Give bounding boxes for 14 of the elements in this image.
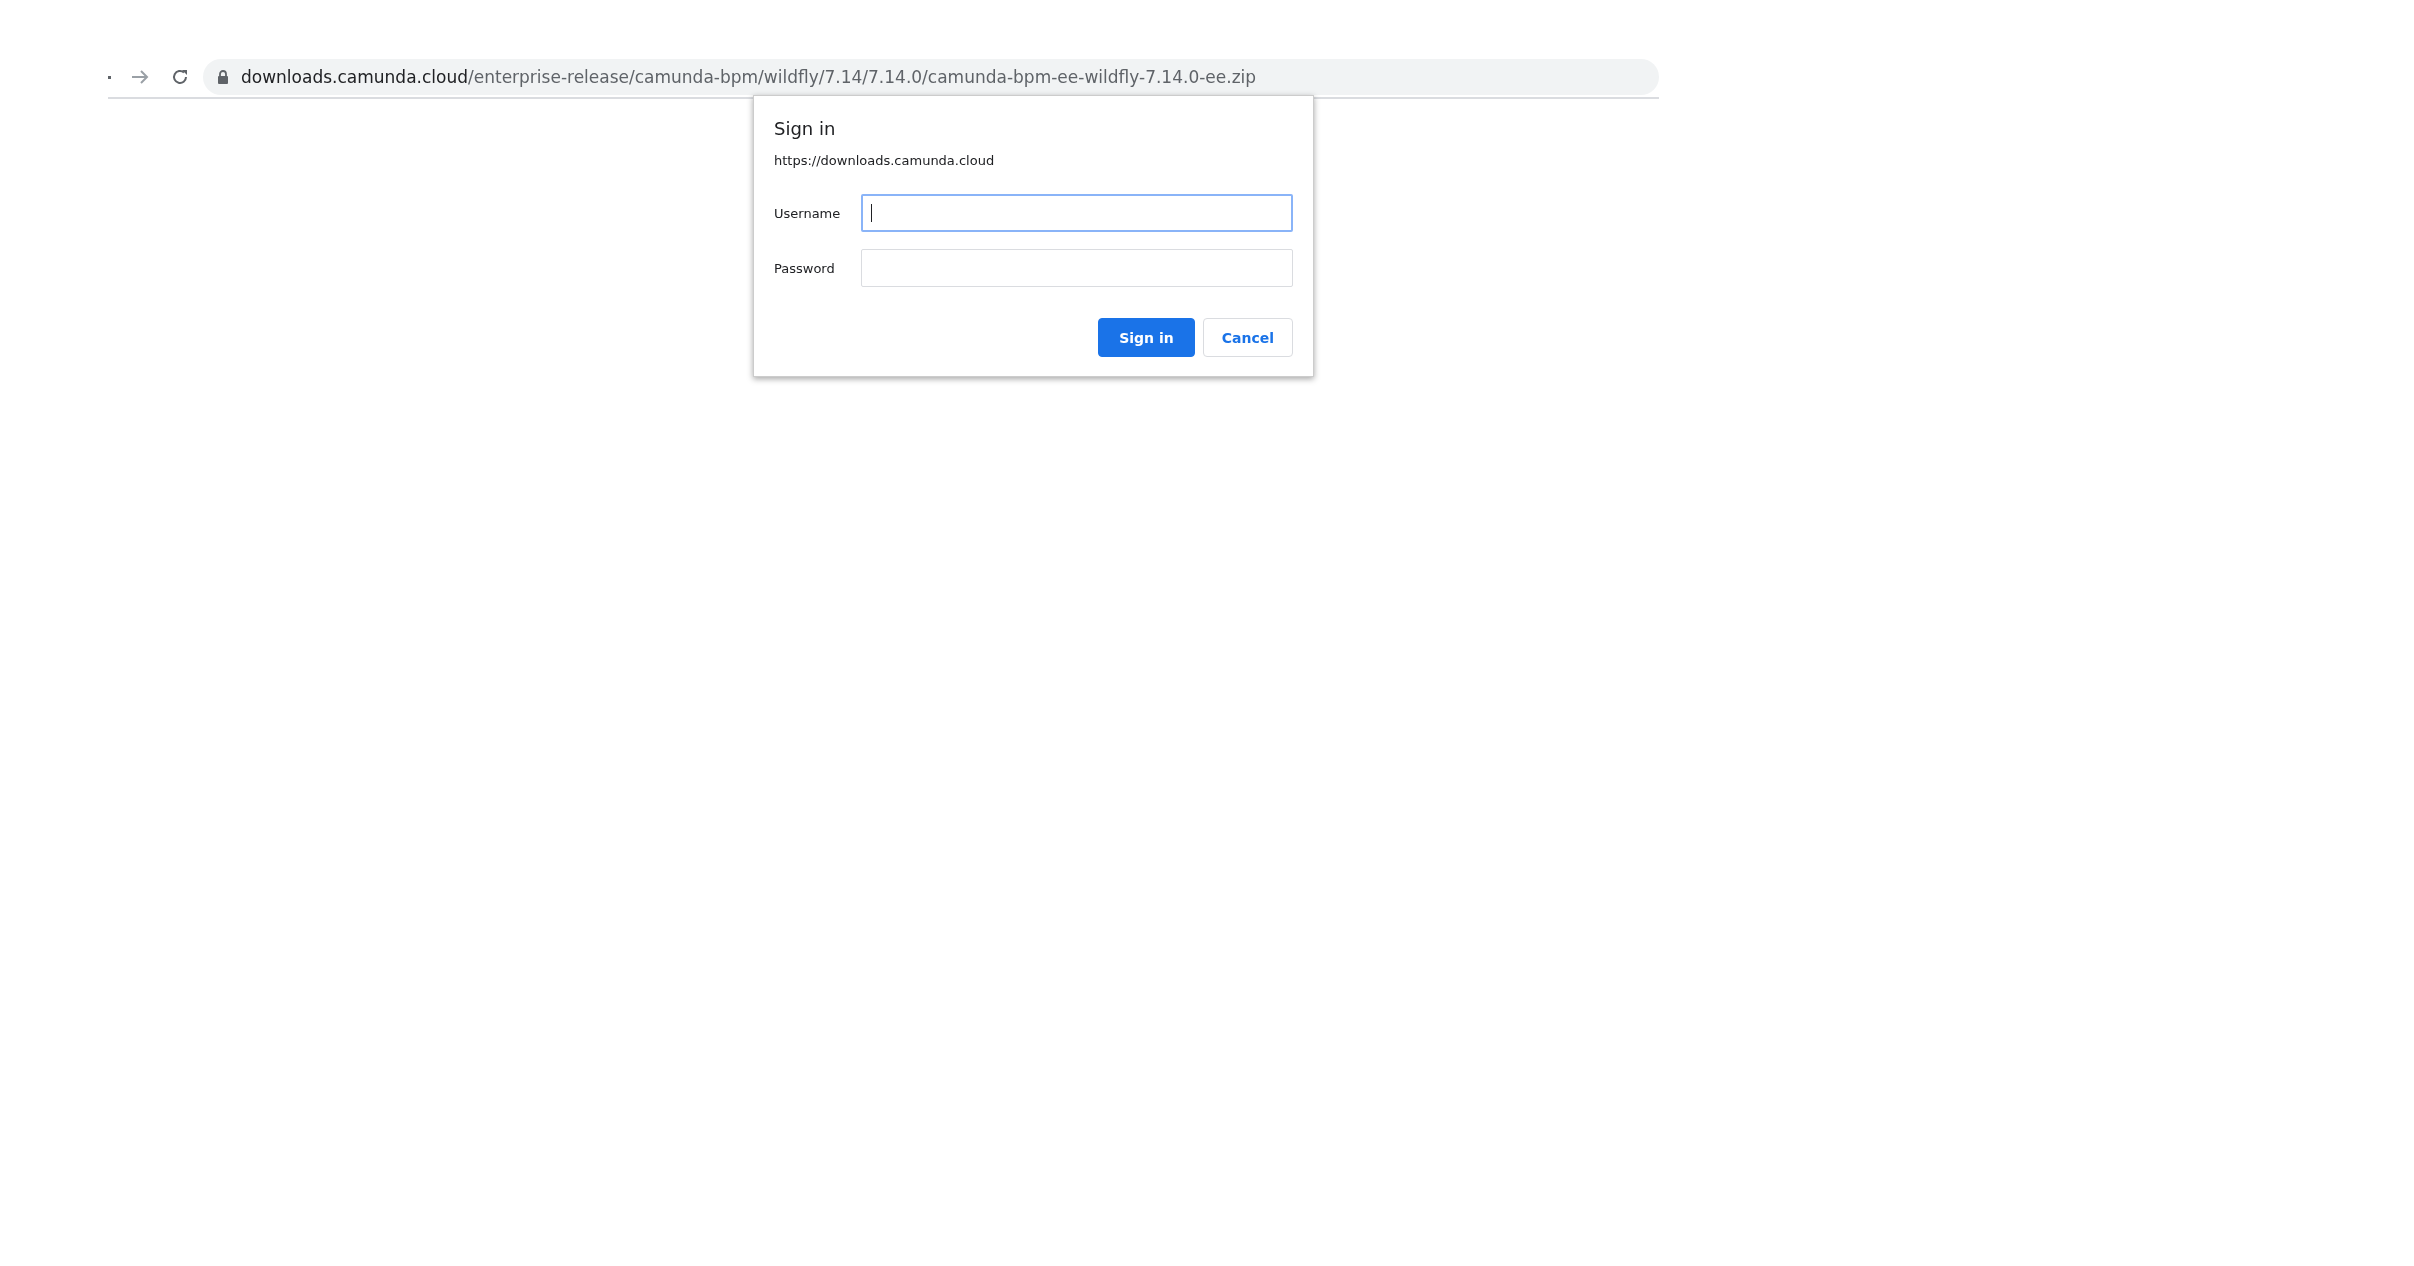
forward-arrow-icon[interactable] (131, 69, 149, 85)
cancel-button[interactable]: Cancel (1202, 318, 1293, 357)
site-origin: https://downloads.camunda.cloud (774, 153, 996, 168)
field-label: Password (774, 260, 836, 276)
url-path: /enterprise-release/camunda-bpm/wildfly/7.14/7.14.0/camunda-bpm-ee-wildfly-7.14.0-ee.zip (468, 67, 1257, 87)
field-label: Username (774, 205, 842, 221)
sign-in-button[interactable]: Sign in (1098, 318, 1195, 357)
password-field[interactable] (861, 249, 1293, 287)
reload-icon[interactable] (171, 68, 189, 86)
address-bar[interactable]: downloads.camunda.cloud/enterprise-release/camunda-bpm/wildfly/7.14/7.14.0/camunda-bpm-ee-wildfly-7.14.0-ee.zip (203, 59, 1659, 95)
dialog-title: Sign in (774, 118, 837, 139)
username-field[interactable] (861, 194, 1293, 232)
lock-icon[interactable] (217, 70, 229, 84)
url-host: downloads.camunda.cloud (241, 67, 468, 87)
